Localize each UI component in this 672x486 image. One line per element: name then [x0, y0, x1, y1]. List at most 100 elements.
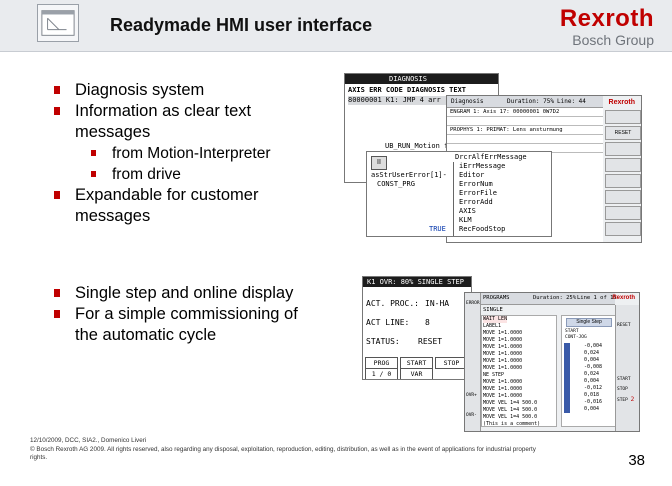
bullet-marker-icon [54, 310, 60, 318]
var-table-title: DrcrAlfErrMessage [455, 153, 527, 161]
reset-button[interactable]: RESET [617, 321, 631, 330]
code-line[interactable]: MOVE 1=1.0000 [483, 337, 522, 344]
panel-brand-logo: Rexroth [608, 99, 635, 106]
brand-logo: Rexroth Bosch Group [559, 5, 654, 49]
brand-subtitle: Bosch Group [572, 32, 654, 48]
axis-value: 0,004 [584, 378, 600, 384]
var-value: TRUE [429, 225, 446, 233]
status-label: ACT. PROC.: [366, 299, 419, 308]
diagnosis-row: UB_RUN_Motion f [385, 142, 449, 150]
var-name: AXIS [459, 207, 476, 215]
list-item[interactable] [447, 117, 603, 126]
var-button[interactable]: VAR [400, 368, 433, 379]
step-button[interactable]: STEP 2 [617, 395, 634, 405]
var-name: RecFoodStop [459, 225, 506, 233]
left-button-column: ERROR OVR+ OVR- [465, 293, 481, 431]
slide-footer: 12/10/2009, DCC, SIA2., Domenico Liveri … [30, 437, 630, 463]
footer-copyright: © Bosch Rexroth AG 2009. All rights rese… [30, 445, 536, 453]
code-line[interactable]: LABEL1 [483, 323, 501, 330]
bullet-marker-icon [54, 107, 60, 115]
sub-label: CONT-JOG [565, 335, 587, 340]
bullet-item: For a simple commissioning of [54, 304, 354, 325]
footer-copyright-cont: rights. [30, 454, 48, 461]
axis-value: 0,024 [584, 350, 600, 356]
side-button[interactable] [605, 142, 641, 156]
status-value: RESET [418, 337, 443, 346]
slide-title: Readymade HMI user interface [110, 15, 373, 35]
code-line[interactable]: MOVE VEL 1=4 500.0 [483, 400, 537, 407]
axis-value: 0,004 [584, 357, 600, 363]
bullet-item: Information as clear text [54, 101, 354, 122]
code-line[interactable]: MOVE 1=1.0000 [483, 344, 522, 351]
code-line[interactable]: MOVE 1=1.0000 [483, 393, 522, 400]
hmi-thumbnail-icon [37, 4, 79, 42]
status-label: ACT LINE: [366, 318, 410, 327]
var-name: ErrorAdd [459, 198, 493, 206]
var-name: ErrorFile [459, 189, 497, 197]
error-button[interactable]: ERROR [466, 299, 480, 308]
code-line-active[interactable]: WAIT LEN [483, 316, 508, 323]
code-line[interactable]: NE STEP [483, 372, 504, 379]
sub-bullet-item: from Motion-Interpreter [54, 143, 354, 164]
bullet-continuation: messages [75, 123, 151, 141]
step-back-panel: K1 OVR: 80% SINGLE STEP ACT. PROC.: IN-H… [362, 276, 472, 380]
bullet-marker-icon [91, 150, 96, 156]
var-name: ErrorNum [459, 180, 493, 188]
stop-button[interactable]: STOP [617, 385, 628, 394]
bullet-continuation: the automatic cycle [75, 326, 217, 344]
bullet-item: Diagnosis system [54, 80, 354, 101]
tree-line [453, 162, 454, 236]
diagnosis-header: AXIS ERR CODE DIAGNOSIS TEXT [348, 86, 467, 94]
right-button-column: RESET START STOP STEP 2 [615, 305, 639, 431]
bullet-marker-icon [54, 86, 60, 94]
reset-button[interactable]: RESET [605, 126, 641, 140]
bullet-item: Single step and online display [54, 283, 354, 304]
status-value: IN-HA [425, 299, 450, 308]
page-number: 38 [628, 452, 645, 469]
slide-header: Readymade HMI user interface Rexroth Bos… [0, 0, 672, 52]
side-button[interactable] [605, 190, 641, 204]
side-button[interactable] [605, 158, 641, 172]
brand-name: Rexroth [559, 5, 654, 32]
side-button[interactable] [605, 222, 641, 236]
step-infobar: PROGRAMS Duration: 25% Line 1 of 15 [481, 293, 617, 305]
step-titlebar: K1 OVR: 80% SINGLE STEP [363, 277, 471, 287]
var-name: iErrMessage [459, 162, 506, 170]
sub-bullet-item: from drive [54, 164, 354, 185]
code-line[interactable]: MOVE 1=1.0000 [483, 330, 522, 337]
bullet-list-top: Diagnosis system Information as clear te… [54, 80, 354, 227]
axis-value: 0,004 [584, 406, 600, 412]
bullet-marker-icon [91, 171, 96, 177]
diagnosis-infobar: Diagnosis Duration: 75% Line: 44 [447, 96, 603, 108]
list-item[interactable]: PROPHYS 1: PRIMAT: Lens ansturmung [447, 126, 603, 135]
list-item[interactable]: ENGRAM 1: Axis 17: 00000001 0W7D2 [447, 108, 603, 117]
var-owner: asStrUserError[1]- [371, 171, 447, 179]
side-button[interactable] [605, 110, 641, 124]
code-line[interactable]: MOVE 1=1.0000 [483, 351, 522, 358]
bullet-marker-icon [54, 191, 60, 199]
ovr-plus-button[interactable]: OVR+ [466, 391, 477, 400]
status-label: STATUS: [366, 337, 400, 346]
side-button[interactable] [605, 174, 641, 188]
code-line[interactable]: (This is a comment) [483, 421, 540, 428]
axis-value: -0,004 [584, 343, 603, 349]
side-button[interactable] [605, 206, 641, 220]
code-line[interactable]: MOVE 1=1.0000 [483, 386, 522, 393]
axis-value: -0,008 [584, 364, 603, 370]
bullet-marker-icon [54, 289, 60, 297]
code-line[interactable]: MOVE 1=1.0000 [483, 365, 522, 372]
diagnosis-titlebar: DIAGNOSIS [345, 74, 498, 84]
code-line[interactable]: MOVE 1=1.0000 [483, 358, 522, 365]
code-line[interactable]: MOVE VEL 1=4 500.0 [483, 414, 537, 421]
code-line[interactable]: MOVE 1=1.0000 [483, 379, 522, 386]
var-name: KLM [459, 216, 472, 224]
ovr-minus-button[interactable]: OVR- [466, 411, 477, 420]
single-step-button[interactable]: Single Step [566, 318, 612, 327]
code-line[interactable]: MOVE VEL 1=4 500.0 [483, 407, 537, 414]
footer-date-author: 12/10/2009, DCC, SIA2., Domenico Liveri [30, 437, 147, 444]
start-button[interactable]: START [617, 375, 631, 384]
bullet-continuation: messages [75, 207, 151, 225]
status-value: 8 [425, 318, 430, 327]
list-item[interactable] [447, 135, 603, 144]
step-front-panel: ERROR OVR+ OVR- PROGRAMS Duration: 25% L… [464, 292, 640, 432]
